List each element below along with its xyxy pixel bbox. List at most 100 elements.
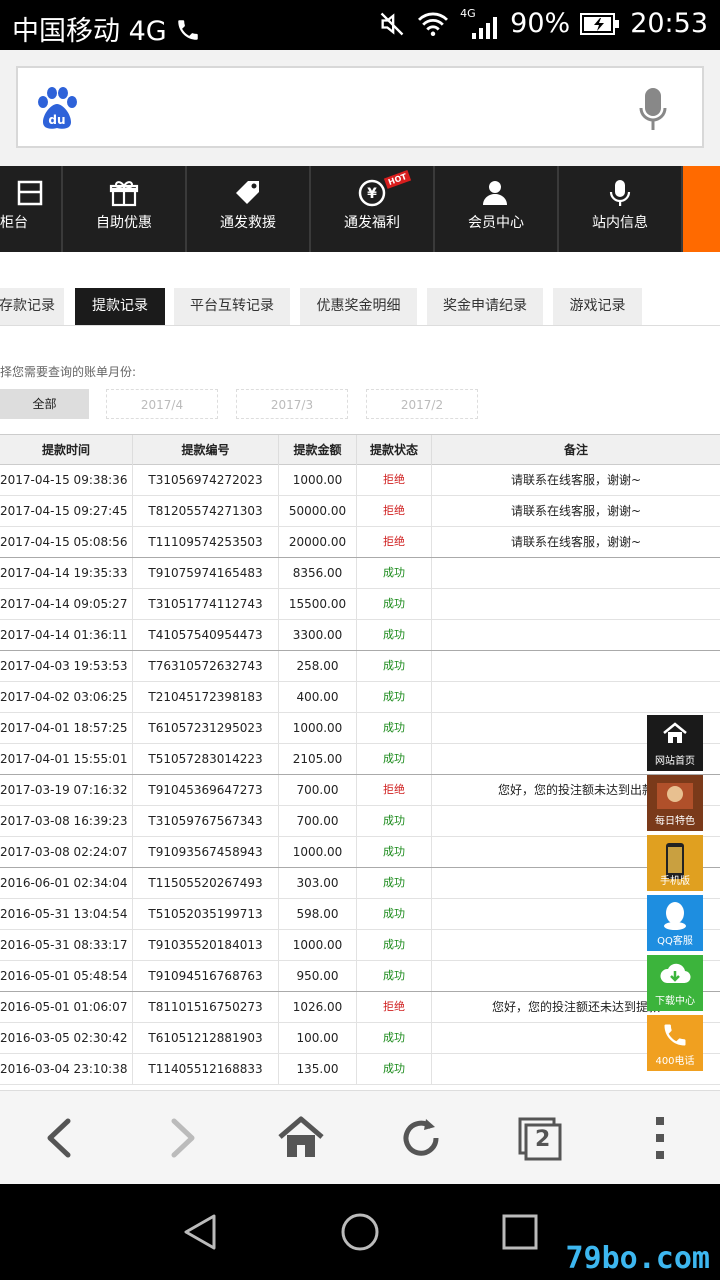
cell-amount: 1000.00: [279, 837, 357, 867]
cell-amount: 8356.00: [279, 558, 357, 588]
cell-status: 成功: [357, 651, 432, 681]
table-row: 2017-03-08 16:39:23 T31059767567343 700.00…: [0, 806, 720, 837]
tab-deposit-records[interactable]: 存款记录: [0, 288, 64, 325]
table-row: 2017-04-14 09:05:27 T31051774112743 15500.…: [0, 589, 720, 620]
float-home-button[interactable]: 网站首页: [647, 715, 703, 771]
forward-icon[interactable]: [156, 1115, 206, 1161]
more-menu-icon[interactable]: [636, 1115, 686, 1161]
cell-status: 成功: [357, 713, 432, 743]
cell-id: T41057540954473: [133, 620, 279, 650]
header-status: 提款状态: [357, 435, 432, 465]
cell-amount: 1000.00: [279, 930, 357, 960]
month-option-all[interactable]: 全部: [0, 389, 89, 419]
android-back-icon[interactable]: [180, 1212, 220, 1252]
phone-call-icon: [661, 1021, 689, 1052]
cell-id: T31056974272023: [133, 465, 279, 495]
month-option-2017-2[interactable]: 2017/2: [366, 389, 478, 419]
cell-id: T31051774112743: [133, 589, 279, 619]
cell-time: 2017-04-14 09:05:27: [0, 589, 133, 619]
tab-bonus-applications[interactable]: 奖金申请纪录: [427, 288, 543, 325]
float-qq-support-button[interactable]: QQ客服: [647, 895, 703, 951]
table-row: 2017-04-15 09:27:45 T81205574271303 50000.…: [0, 496, 720, 527]
tab-withdrawal-records[interactable]: 提款记录: [75, 288, 165, 325]
float-button-label: QQ客服: [657, 936, 693, 947]
cell-time: 2016-03-04 23:10:38: [0, 1054, 133, 1084]
cell-time: 2016-05-01 01:06:07: [0, 992, 133, 1022]
tab-bonus-details[interactable]: 优惠奖金明细: [300, 288, 417, 325]
cell-time: 2017-04-03 19:53:53: [0, 651, 133, 681]
nav-item-rescue[interactable]: 通发救援: [187, 166, 311, 252]
cell-status: 成功: [357, 961, 432, 991]
mic-icon: [609, 180, 631, 206]
cell-remark: [432, 682, 720, 712]
android-recents-icon[interactable]: [500, 1212, 540, 1252]
cell-amount: 135.00: [279, 1054, 357, 1084]
table-row: 2016-03-05 02:30:42 T61051212881903 100.00…: [0, 1023, 720, 1054]
table-row: 2016-05-31 13:04:54 T51052035199713 598.00…: [0, 899, 720, 930]
android-home-icon[interactable]: [340, 1212, 380, 1252]
nav-item-member-center[interactable]: 会员中心: [435, 166, 559, 252]
table-header: 提款时间 提款编号 提款金额 提款状态 备注: [0, 434, 720, 465]
voice-search-icon[interactable]: [638, 86, 668, 134]
nav-item-counter[interactable]: 柜台: [0, 166, 63, 252]
cell-status: 拒绝: [357, 496, 432, 526]
month-option-2017-3[interactable]: 2017/3: [236, 389, 348, 419]
nav-item-more[interactable]: [683, 166, 720, 252]
table-row: 2017-04-15 09:38:36 T31056974272023 1000.0…: [0, 465, 720, 496]
cell-status: 成功: [357, 868, 432, 898]
float-download-button[interactable]: 下载中心: [647, 955, 703, 1011]
home-icon[interactable]: [276, 1115, 326, 1161]
cell-remark: [432, 558, 720, 588]
cell-status: 成功: [357, 558, 432, 588]
svg-text:du: du: [48, 113, 65, 127]
browser-toolbar: 2: [0, 1090, 720, 1184]
float-button-label: 网站首页: [655, 756, 695, 767]
tab-count: 2: [535, 1127, 551, 1152]
cell-amount: 303.00: [279, 868, 357, 898]
table-row: 2017-04-01 15:55:01 T51057283014223 2105.0…: [0, 744, 720, 775]
table-row: 2017-04-15 05:08:56 T11109574253503 20000.…: [0, 527, 720, 558]
android-nav-bar: 79bo.com: [0, 1184, 720, 1280]
nav-item-messages[interactable]: 站内信息: [559, 166, 683, 252]
status-bar: 中国移动 4G 4G 90% 20:53: [0, 0, 720, 50]
network-type: 4G: [460, 8, 500, 39]
withdrawal-table: 提款时间 提款编号 提款金额 提款状态 备注 2017-04-15 09:38:…: [0, 434, 720, 1090]
tabs-button[interactable]: 2: [516, 1115, 566, 1161]
cell-remark: 请联系在线客服，谢谢~: [510, 504, 642, 518]
cell-remark: 请联系在线客服，谢谢~: [510, 535, 642, 549]
nav-item-welfare[interactable]: ¥ HOT 通发福利: [311, 166, 435, 252]
cell-id: T11405512168833: [133, 1054, 279, 1084]
phone-call-status-icon: [178, 20, 199, 40]
tab-game-records[interactable]: 游戏记录: [553, 288, 642, 325]
nav-item-self-promo[interactable]: 自助优惠: [63, 166, 187, 252]
promo-image-icon: [655, 781, 695, 814]
cell-time: 2017-04-15 09:38:36: [0, 465, 133, 495]
cell-remark: 请联系在线客服，谢谢~: [510, 473, 642, 487]
hot-badge: HOT: [383, 170, 412, 189]
search-input[interactable]: du: [16, 66, 704, 148]
cell-status: 成功: [357, 837, 432, 867]
cell-id: T91035520184013: [133, 930, 279, 960]
cell-amount: 3300.00: [279, 620, 357, 650]
month-option-2017-4[interactable]: 2017/4: [106, 389, 218, 419]
float-mobile-button[interactable]: 手机版: [647, 835, 703, 891]
tab-platform-transfer[interactable]: 平台互转记录: [174, 288, 290, 325]
cell-status: 成功: [357, 744, 432, 774]
gift-icon: [109, 181, 139, 207]
svg-text:¥: ¥: [367, 186, 377, 202]
month-select-label: 择您需要查询的账单月份:: [0, 365, 137, 379]
cell-amount: 598.00: [279, 899, 357, 929]
cell-status: 成功: [357, 930, 432, 960]
cell-time: 2017-04-02 03:06:25: [0, 682, 133, 712]
table-row: 2017-03-19 07:16:32 T91045369647273 700.00…: [0, 775, 720, 806]
back-icon[interactable]: [36, 1115, 86, 1161]
table-row: 2017-04-01 18:57:25 T61057231295023 1000.0…: [0, 713, 720, 744]
header-remark: 备注: [563, 443, 588, 457]
cell-time: 2017-04-14 01:36:11: [0, 620, 133, 650]
cell-remark: [432, 620, 720, 650]
cell-amount: 2105.00: [279, 744, 357, 774]
float-hotline-button[interactable]: 400电话: [647, 1015, 703, 1071]
float-daily-promo-button[interactable]: 每日特色: [647, 775, 703, 831]
refresh-icon[interactable]: [396, 1115, 446, 1161]
cell-time: 2017-03-08 16:39:23: [0, 806, 133, 836]
